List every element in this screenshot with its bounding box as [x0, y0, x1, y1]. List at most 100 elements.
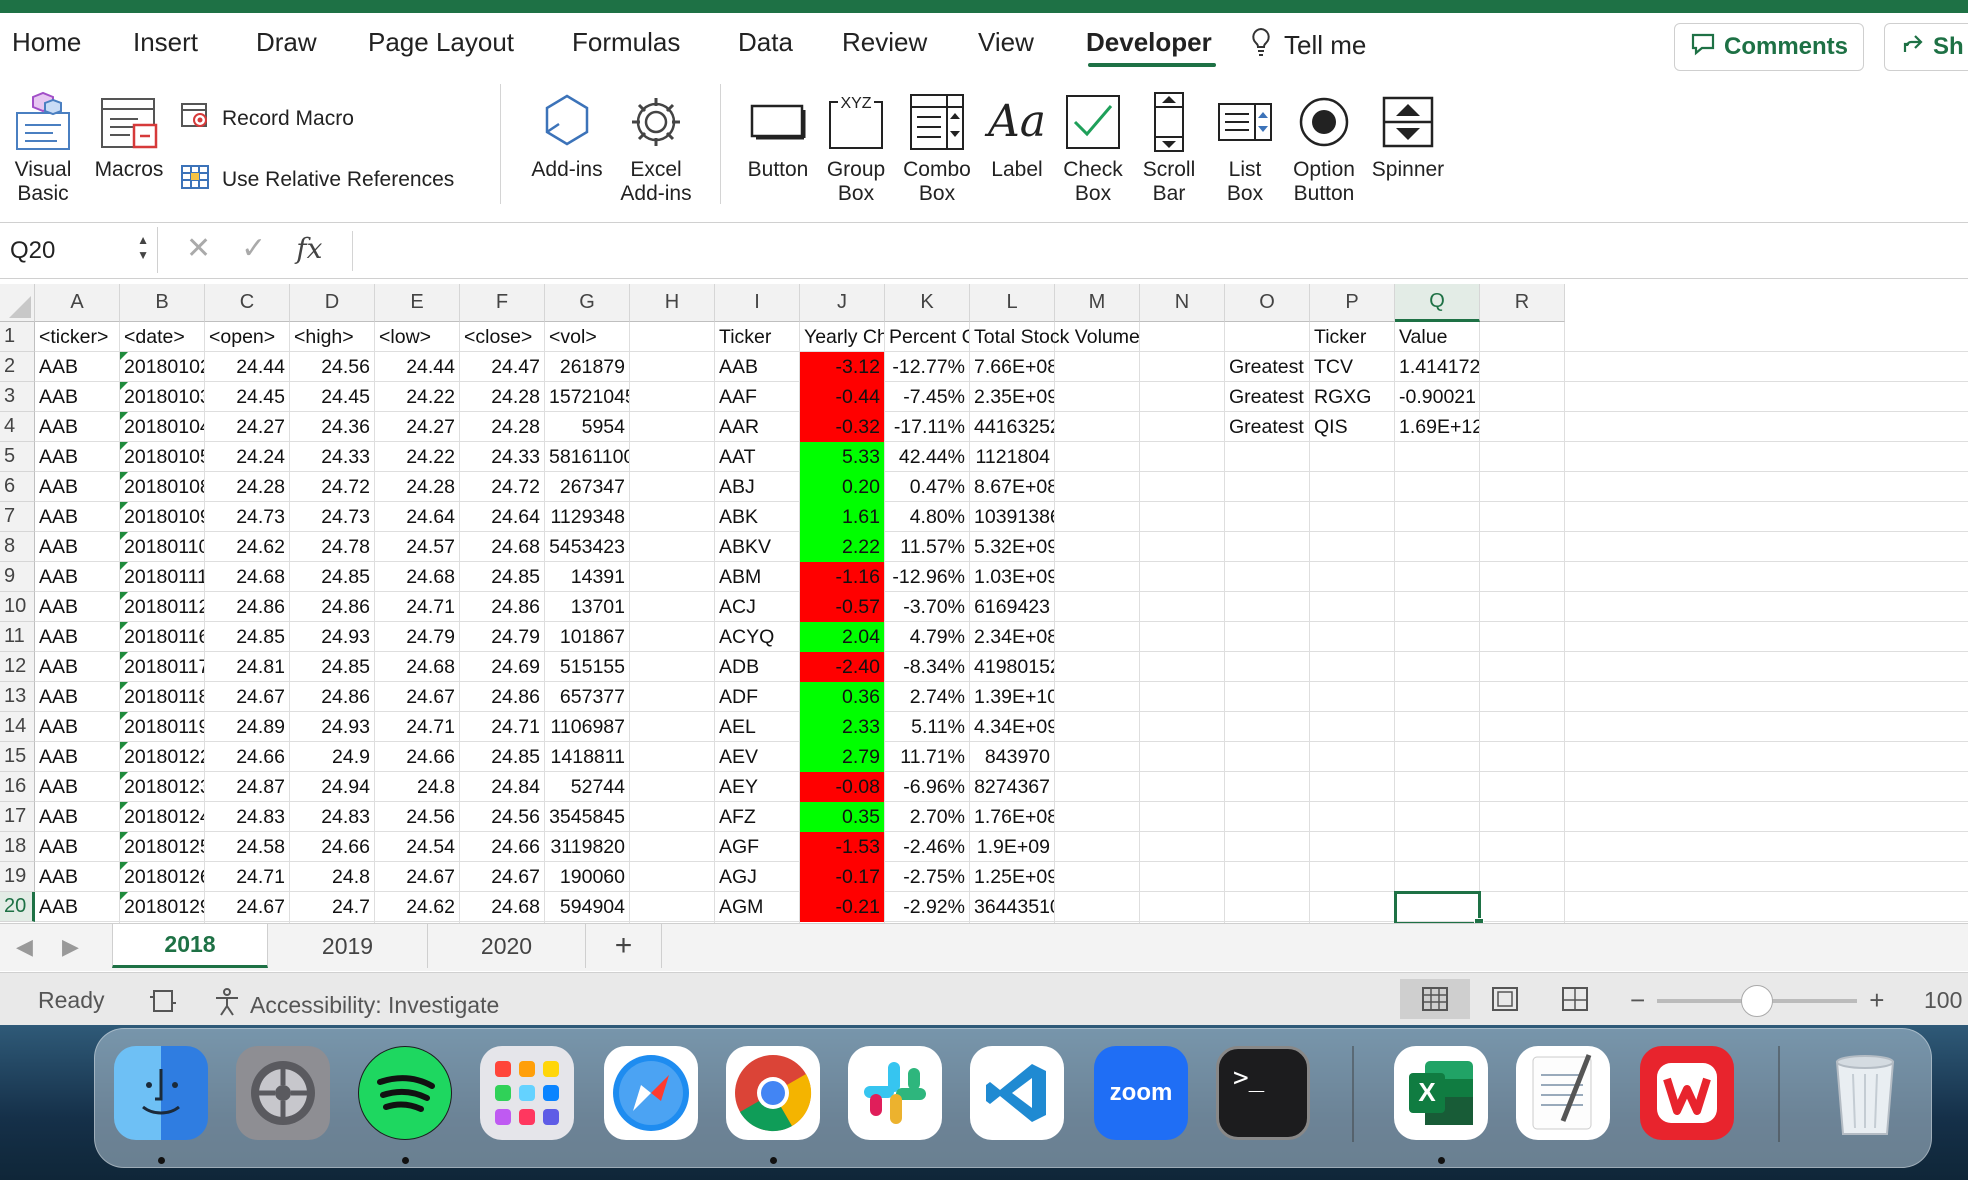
- macro-status-icon[interactable]: [148, 987, 178, 1015]
- cell-b8[interactable]: 20180110: [120, 532, 204, 562]
- wps-office-icon[interactable]: [1640, 1046, 1734, 1140]
- cell-g10[interactable]: 13701: [545, 592, 629, 622]
- next-sheet-icon[interactable]: ▶: [62, 934, 79, 960]
- cell-a1[interactable]: <ticker>: [35, 322, 119, 352]
- cell-e7[interactable]: 24.64: [375, 502, 459, 532]
- cell-i13[interactable]: ADF: [715, 682, 799, 712]
- cell-l15[interactable]: 843970: [970, 742, 1054, 772]
- cell-f15[interactable]: 24.85: [460, 742, 544, 772]
- cell-c18[interactable]: 24.58: [205, 832, 289, 862]
- cell-a19[interactable]: AAB: [35, 862, 119, 892]
- cell-e5[interactable]: 24.22: [375, 442, 459, 472]
- cell-a13[interactable]: AAB: [35, 682, 119, 712]
- cell-l4[interactable]: 44163252: [970, 412, 1054, 442]
- cell-j5[interactable]: 5.33: [800, 442, 884, 472]
- row-header-6[interactable]: 6: [0, 472, 35, 502]
- cell-j13[interactable]: 0.36: [800, 682, 884, 712]
- cell-j18[interactable]: -1.53: [800, 832, 884, 862]
- cell-l20[interactable]: 36443510: [970, 892, 1054, 922]
- tab-formulas[interactable]: Formulas: [572, 27, 680, 58]
- cell-q4[interactable]: 1.69E+12: [1395, 412, 1479, 442]
- excel-icon[interactable]: X: [1394, 1046, 1488, 1140]
- cell-g13[interactable]: 657377: [545, 682, 629, 712]
- cell-b16[interactable]: 20180123: [120, 772, 204, 802]
- row-header-5[interactable]: 5: [0, 442, 35, 472]
- cell-a2[interactable]: AAB: [35, 352, 119, 382]
- cell-d2[interactable]: 24.56: [290, 352, 374, 382]
- zoom-slider-knob[interactable]: [1741, 984, 1774, 1017]
- cell-g5[interactable]: 58161100: [545, 442, 629, 472]
- cell-b3[interactable]: 20180103: [120, 382, 204, 412]
- cell-l1[interactable]: Total Stock Volume: [970, 322, 1140, 352]
- cell-c6[interactable]: 24.28: [205, 472, 289, 502]
- cell-i5[interactable]: AAT: [715, 442, 799, 472]
- cell-d15[interactable]: 24.9: [290, 742, 374, 772]
- column-header-l[interactable]: L: [970, 284, 1055, 322]
- cell-a6[interactable]: AAB: [35, 472, 119, 502]
- cell-j1[interactable]: Yearly Change: [800, 322, 884, 352]
- page-break-view-icon[interactable]: [1540, 979, 1610, 1019]
- cell-k5[interactable]: 42.44%: [885, 442, 969, 472]
- cell-b17[interactable]: 20180124: [120, 802, 204, 832]
- cell-c16[interactable]: 24.87: [205, 772, 289, 802]
- cell-g16[interactable]: 52744: [545, 772, 629, 802]
- tab-insert[interactable]: Insert: [133, 27, 198, 58]
- column-header-p[interactable]: P: [1310, 284, 1395, 322]
- cell-i1[interactable]: Ticker: [715, 322, 799, 352]
- cell-i3[interactable]: AAF: [715, 382, 799, 412]
- cell-g15[interactable]: 1418811: [545, 742, 629, 772]
- cell-k13[interactable]: 2.74%: [885, 682, 969, 712]
- cell-i16[interactable]: AEY: [715, 772, 799, 802]
- cell-d19[interactable]: 24.8: [290, 862, 374, 892]
- cell-j6[interactable]: 0.20: [800, 472, 884, 502]
- cell-k12[interactable]: -8.34%: [885, 652, 969, 682]
- cell-e14[interactable]: 24.71: [375, 712, 459, 742]
- column-header-b[interactable]: B: [120, 284, 205, 322]
- row-header-12[interactable]: 12: [0, 652, 35, 682]
- worksheet-grid[interactable]: A B C D E F G H I J K L M N O P Q R 1 <ticker> <date> <open> <…: [0, 284, 1968, 923]
- cell-d16[interactable]: 24.94: [290, 772, 374, 802]
- cell-a4[interactable]: AAB: [35, 412, 119, 442]
- cell-d10[interactable]: 24.86: [290, 592, 374, 622]
- tab-developer[interactable]: Developer: [1086, 27, 1212, 58]
- sheet-tab-2019[interactable]: 2019: [268, 924, 428, 968]
- finder-icon[interactable]: [114, 1046, 208, 1140]
- cell-i6[interactable]: ABJ: [715, 472, 799, 502]
- cell-j7[interactable]: 1.61: [800, 502, 884, 532]
- sheet-tab-2020[interactable]: 2020: [428, 924, 586, 968]
- row-header-17[interactable]: 17: [0, 802, 35, 832]
- zoom-icon[interactable]: zoom: [1094, 1046, 1188, 1140]
- check-box-control[interactable]: Check Box: [1058, 88, 1128, 206]
- cell-l3[interactable]: 2.35E+09: [970, 382, 1054, 412]
- cell-l9[interactable]: 1.03E+09: [970, 562, 1054, 592]
- cell-j19[interactable]: -0.17: [800, 862, 884, 892]
- row-header-15[interactable]: 15: [0, 742, 35, 772]
- column-header-e[interactable]: E: [375, 284, 460, 322]
- cell-j17[interactable]: 0.35: [800, 802, 884, 832]
- cell-c7[interactable]: 24.73: [205, 502, 289, 532]
- cell-a8[interactable]: AAB: [35, 532, 119, 562]
- cell-e18[interactable]: 24.54: [375, 832, 459, 862]
- macros-button[interactable]: Macros: [94, 88, 164, 182]
- cell-j4[interactable]: -0.32: [800, 412, 884, 442]
- cell-k17[interactable]: 2.70%: [885, 802, 969, 832]
- cell-p2[interactable]: TCV: [1310, 352, 1394, 382]
- row-header-2[interactable]: 2: [0, 352, 35, 382]
- cell-g1[interactable]: <vol>: [545, 322, 629, 352]
- column-header-a[interactable]: A: [35, 284, 120, 322]
- cell-f1[interactable]: <close>: [460, 322, 544, 352]
- tab-page-layout[interactable]: Page Layout: [368, 27, 514, 58]
- name-box-stepper-icon[interactable]: ▲ ▼: [137, 233, 149, 263]
- cell-f3[interactable]: 24.28: [460, 382, 544, 412]
- cell-f14[interactable]: 24.71: [460, 712, 544, 742]
- cell-f20[interactable]: 24.68: [460, 892, 544, 922]
- cell-l7[interactable]: 10391386: [970, 502, 1054, 532]
- add-sheet-button[interactable]: +: [586, 924, 662, 968]
- tab-draw[interactable]: Draw: [256, 27, 317, 58]
- cell-g12[interactable]: 515155: [545, 652, 629, 682]
- row-header-10[interactable]: 10: [0, 592, 35, 622]
- cell-a11[interactable]: AAB: [35, 622, 119, 652]
- column-header-r[interactable]: R: [1480, 284, 1565, 322]
- cell-c1[interactable]: <open>: [205, 322, 289, 352]
- textedit-icon[interactable]: [1516, 1046, 1610, 1140]
